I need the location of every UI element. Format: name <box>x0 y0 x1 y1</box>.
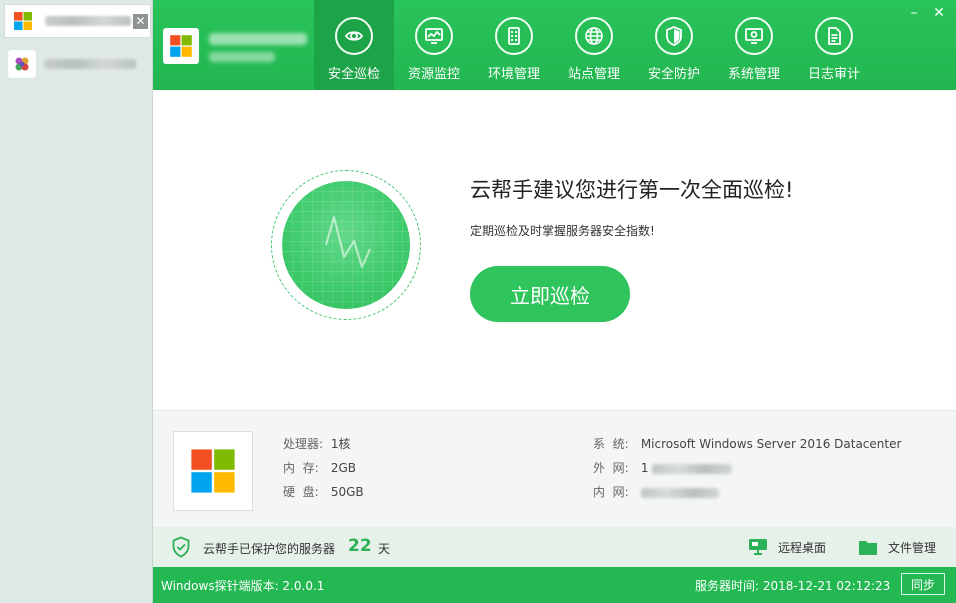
inspection-status-ring <box>271 170 421 320</box>
app-logo-icon <box>8 50 36 78</box>
windows-logo-icon <box>163 28 199 64</box>
remote-desktop-label: 远程桌面 <box>778 540 827 555</box>
server-list-sidebar: ✕ <box>0 0 153 603</box>
protected-days-count: 22 <box>348 536 372 556</box>
tab-log-audit[interactable]: 日志审计 <box>794 0 874 90</box>
pulse-line-icon <box>324 215 372 269</box>
nav-label: 安全防护 <box>647 67 700 82</box>
minimize-button[interactable]: – <box>905 4 923 22</box>
inspection-status-circle <box>282 181 410 309</box>
cpu-row: 处理器: 1核 <box>283 435 350 452</box>
top-header: 安全巡检 资源监控 环境管理 站点管理 安全防护 系统管理 日志审计 – ✕ <box>153 0 956 90</box>
server-time: 服务器时间: 2018-12-21 02:12:23 <box>695 579 891 593</box>
globe-icon <box>575 17 613 55</box>
os-value: Microsoft Windows Server 2016 Datacenter <box>640 437 902 451</box>
hero-title: 云帮手建议您进行第一次全面巡检! <box>470 178 794 202</box>
server-item-1[interactable]: ✕ <box>4 4 151 38</box>
server-item-2[interactable] <box>4 47 151 81</box>
building-icon <box>495 17 533 55</box>
days-unit: 天 <box>378 542 391 556</box>
remote-desktop-button[interactable]: 远程桌面 <box>748 538 826 556</box>
server-info-panel: 处理器: 1核 内 存: 2GB 硬 盘: 50GB 系 统: Microsof… <box>153 410 956 527</box>
tab-security-protection[interactable]: 安全防护 <box>634 0 714 90</box>
close-button[interactable]: ✕ <box>930 4 948 22</box>
remote-desktop-icon <box>749 539 767 555</box>
footer-bar: Windows探针端版本: 2.0.0.1 服务器时间: 2018-12-21 … <box>153 567 956 603</box>
client-version: Windows探针端版本: 2.0.0.1 <box>161 579 325 593</box>
eye-scan-icon <box>335 17 373 55</box>
server-subtitle-redacted <box>209 52 275 62</box>
main-window: 安全巡检 资源监控 环境管理 站点管理 安全防护 系统管理 日志审计 – ✕ 云… <box>153 0 956 603</box>
document-icon <box>815 17 853 55</box>
disk-value: 50GB <box>330 485 364 499</box>
nav-label: 站点管理 <box>567 67 620 82</box>
wan-value: 1 <box>640 461 649 475</box>
protection-text: 云帮手已保护您的服务器 <box>203 542 336 556</box>
wan-row: 外 网: 1 <box>593 459 733 476</box>
windows-logo-icon <box>173 431 253 511</box>
shield-check-icon <box>172 536 190 558</box>
tab-environment[interactable]: 环境管理 <box>474 0 554 90</box>
main-nav: 安全巡检 资源监控 环境管理 站点管理 安全防护 系统管理 日志审计 <box>314 0 874 90</box>
disk-label: 硬 盘: <box>283 485 319 499</box>
folder-icon <box>859 541 877 555</box>
wan-ip-redacted <box>652 463 733 474</box>
tab-resource-monitor[interactable]: 资源监控 <box>394 0 474 90</box>
nav-label: 安全巡检 <box>327 67 380 82</box>
hero-subtitle: 定期巡检及时掌握服务器安全指数! <box>470 224 655 238</box>
cpu-value: 1核 <box>330 437 351 451</box>
nav-label: 日志审计 <box>807 67 860 82</box>
close-icon[interactable]: ✕ <box>133 14 148 29</box>
sync-button[interactable]: 同步 <box>901 573 945 595</box>
monitor-chart-icon <box>415 17 453 55</box>
tab-security-inspection[interactable]: 安全巡检 <box>314 0 394 90</box>
memory-row: 内 存: 2GB <box>283 459 356 476</box>
server-name-redacted <box>45 16 131 26</box>
memory-value: 2GB <box>330 461 356 475</box>
disk-row: 硬 盘: 50GB <box>283 483 364 500</box>
lan-ip-redacted <box>640 487 719 498</box>
nav-label: 环境管理 <box>487 67 540 82</box>
lan-row: 内 网: <box>593 483 719 500</box>
lan-label: 内 网: <box>593 485 629 499</box>
nav-label: 资源监控 <box>407 67 460 82</box>
protection-status-bar: 云帮手已保护您的服务器 22 天 远程桌面 文件管理 <box>153 527 956 567</box>
os-row: 系 统: Microsoft Windows Server 2016 Datac… <box>593 435 901 452</box>
file-manager-button[interactable]: 文件管理 <box>858 538 936 556</box>
start-inspection-button[interactable]: 立即巡检 <box>470 266 630 322</box>
windows-logo-icon <box>9 7 37 35</box>
tab-site-management[interactable]: 站点管理 <box>554 0 634 90</box>
memory-label: 内 存: <box>283 461 319 475</box>
nav-label: 系统管理 <box>727 67 780 82</box>
file-manager-label: 文件管理 <box>888 540 937 555</box>
os-label: 系 统: <box>593 437 629 451</box>
server-name-redacted <box>44 59 136 69</box>
wan-label: 外 网: <box>593 461 629 475</box>
shield-icon <box>655 17 693 55</box>
cpu-label: 处理器: <box>283 437 324 451</box>
tab-system-management[interactable]: 系统管理 <box>714 0 794 90</box>
settings-monitor-icon <box>735 17 773 55</box>
server-title-redacted <box>209 33 307 45</box>
